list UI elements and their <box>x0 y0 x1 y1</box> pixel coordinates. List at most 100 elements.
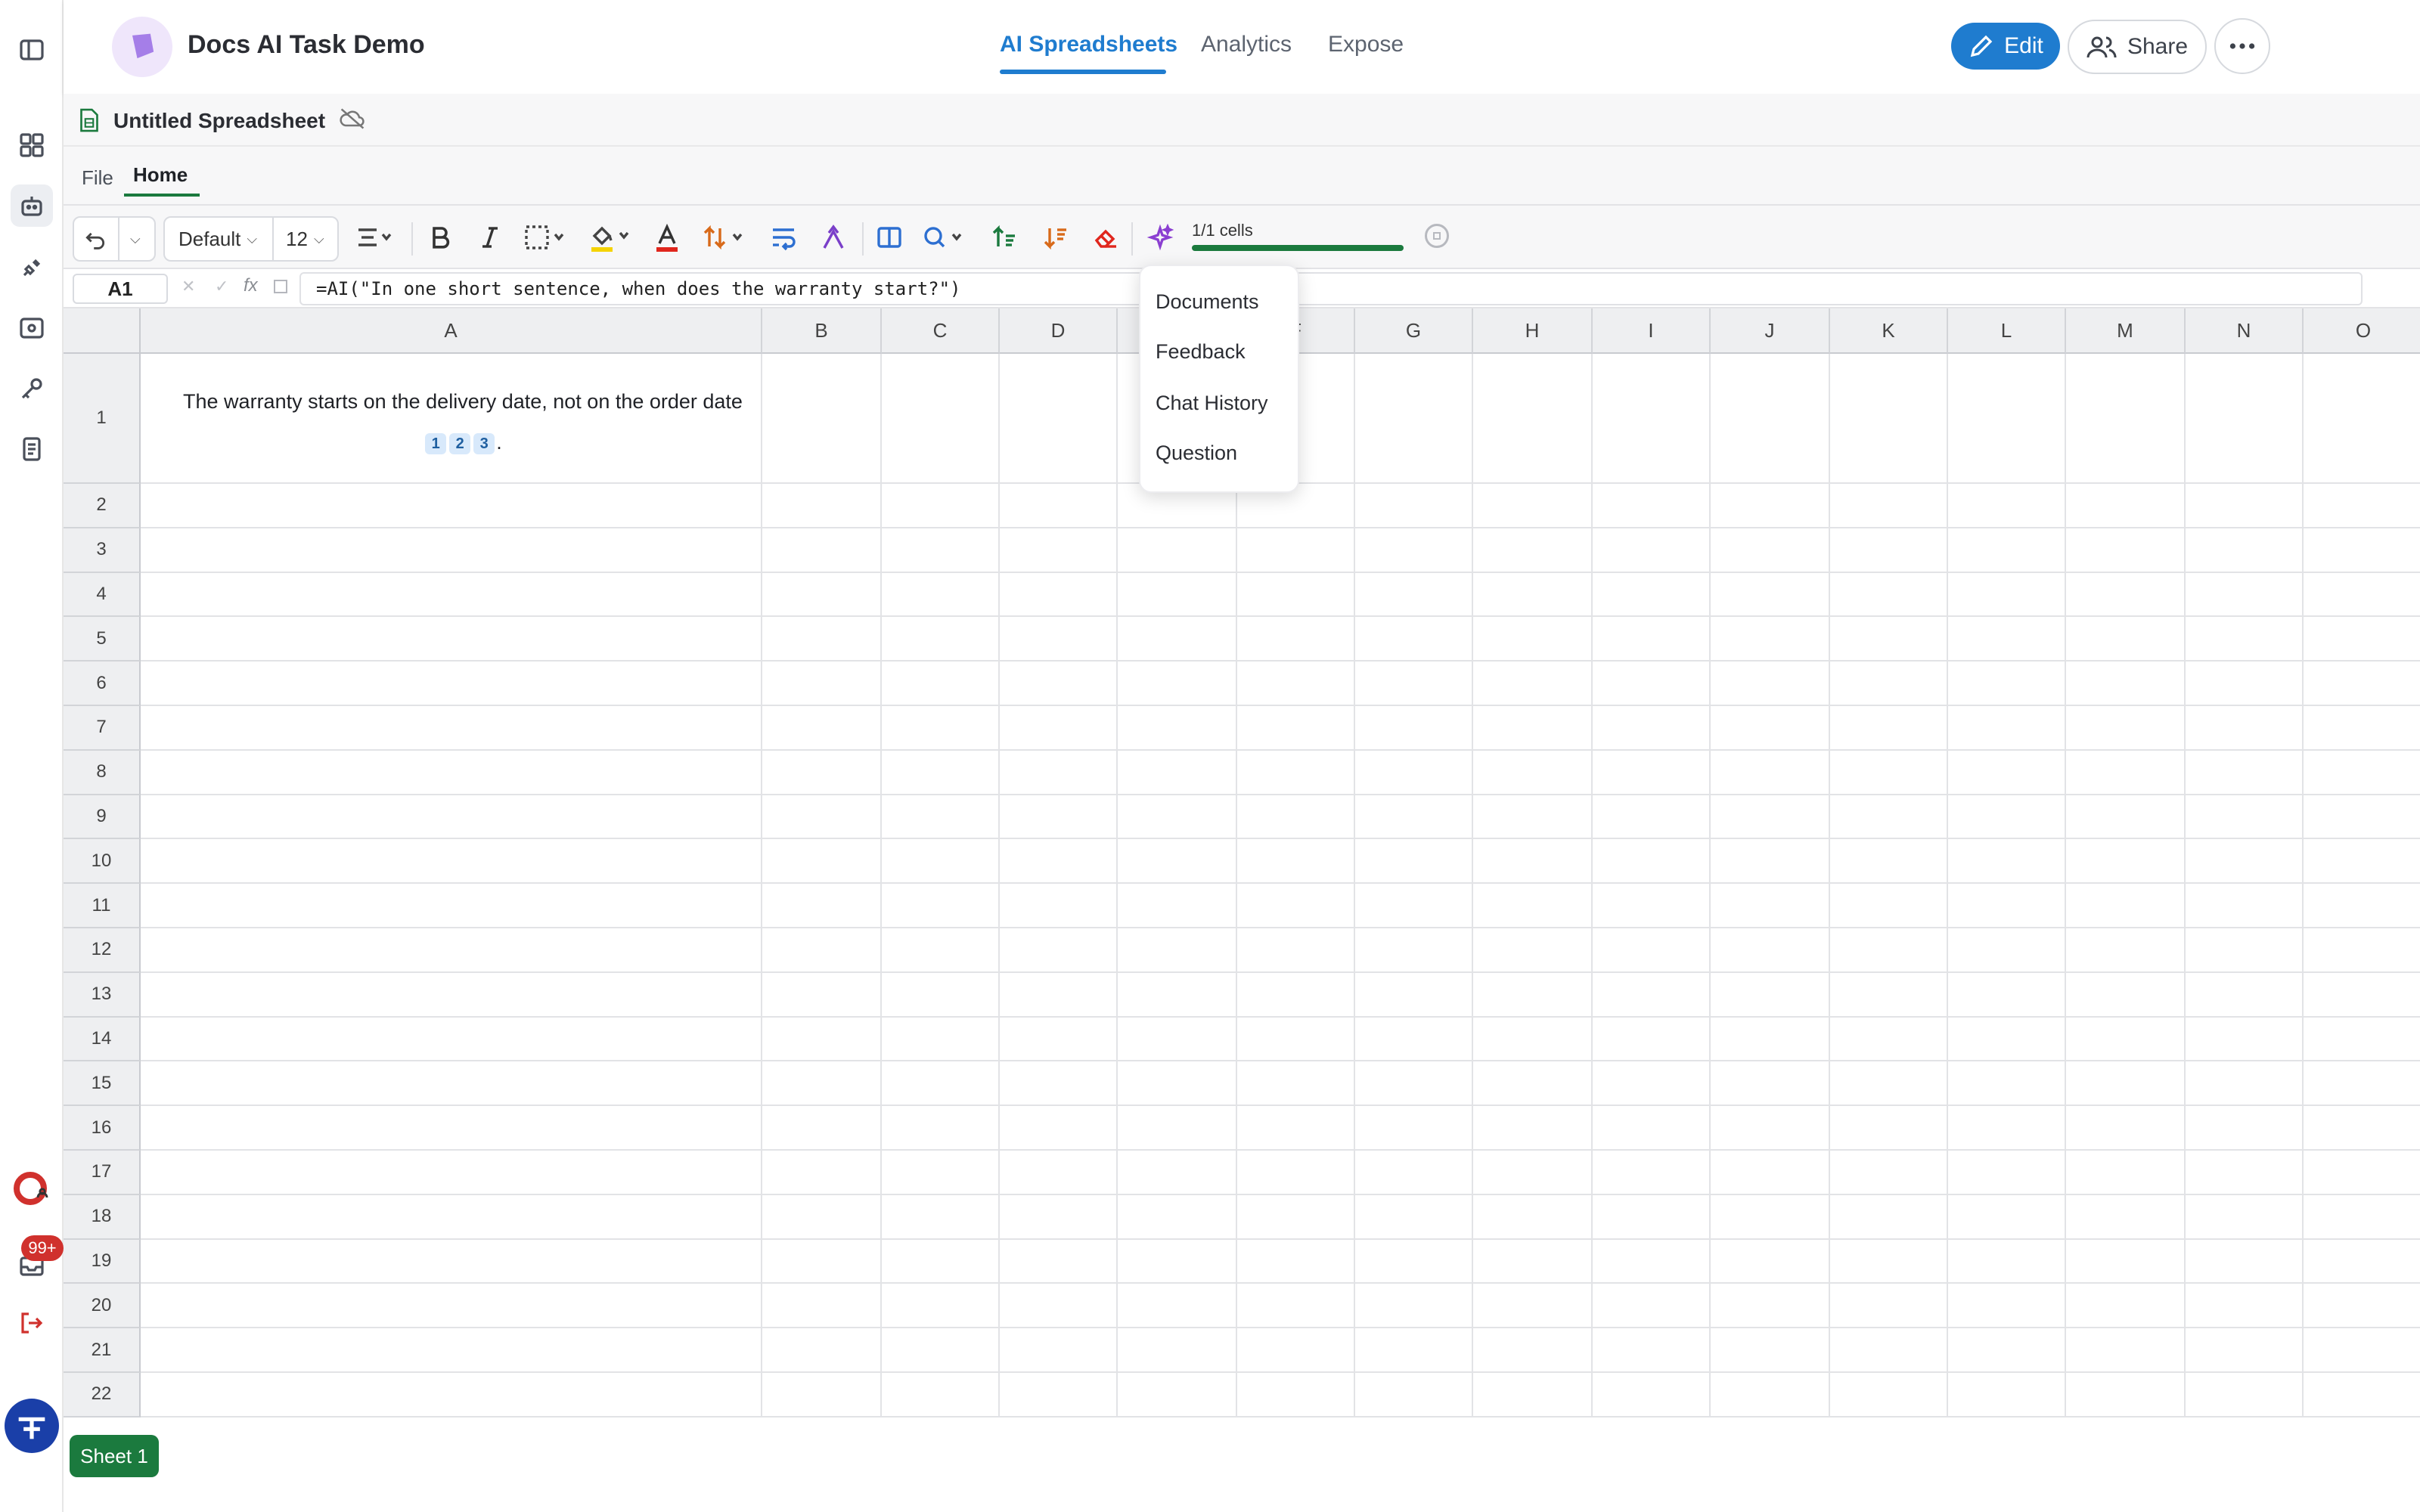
italic-icon[interactable] <box>473 221 507 254</box>
cell-n8[interactable] <box>2186 750 2304 795</box>
cell-n9[interactable] <box>2186 795 2304 840</box>
cell-f22[interactable] <box>1237 1373 1355 1418</box>
cell-k1[interactable] <box>1830 354 1948 484</box>
citation-badge[interactable]: 2 <box>449 432 471 454</box>
cell-j14[interactable] <box>1711 1017 1830 1062</box>
document-icon[interactable] <box>11 428 53 470</box>
cell-o7[interactable] <box>2304 706 2420 751</box>
font-family-select[interactable]: Default <box>178 228 240 251</box>
cell-h12[interactable] <box>1473 928 1593 973</box>
cell-d2[interactable] <box>1000 484 1118 528</box>
cell-n20[interactable] <box>2186 1284 2304 1329</box>
cell-k9[interactable] <box>1830 795 1948 840</box>
cell-h17[interactable] <box>1473 1151 1593 1195</box>
cell-b5[interactable] <box>762 617 882 662</box>
cell-a20[interactable] <box>141 1284 762 1329</box>
cell-l6[interactable] <box>1948 662 2066 706</box>
cell-i10[interactable] <box>1593 839 1711 885</box>
cell-g11[interactable] <box>1355 884 1473 928</box>
cell-h3[interactable] <box>1473 528 1593 573</box>
cell-k17[interactable] <box>1830 1151 1948 1195</box>
cell-o18[interactable] <box>2304 1194 2420 1240</box>
cell-f15[interactable] <box>1237 1061 1355 1107</box>
cell-j21[interactable] <box>1711 1328 1830 1373</box>
cell-e9[interactable] <box>1118 795 1237 840</box>
cell-n14[interactable] <box>2186 1017 2304 1062</box>
cell-h20[interactable] <box>1473 1284 1593 1329</box>
cell-a17[interactable] <box>141 1151 762 1195</box>
cell-o19[interactable] <box>2304 1239 2420 1284</box>
cell-o21[interactable] <box>2304 1328 2420 1373</box>
cell-j1[interactable] <box>1711 354 1830 484</box>
cell-o4[interactable] <box>2304 572 2420 618</box>
cell-d5[interactable] <box>1000 617 1118 662</box>
cell-e21[interactable] <box>1118 1328 1237 1373</box>
cell-m19[interactable] <box>2066 1239 2186 1284</box>
key-icon[interactable] <box>11 367 53 410</box>
cell-n4[interactable] <box>2186 572 2304 618</box>
cell-c19[interactable] <box>882 1239 1000 1284</box>
menu-home[interactable]: Home <box>133 163 188 187</box>
cell-d20[interactable] <box>1000 1284 1118 1329</box>
cell-e22[interactable] <box>1118 1373 1237 1418</box>
cell-h14[interactable] <box>1473 1017 1593 1062</box>
cell-g6[interactable] <box>1355 662 1473 706</box>
cell-c5[interactable] <box>882 617 1000 662</box>
cell-b16[interactable] <box>762 1106 882 1151</box>
sidebar-toggle-icon[interactable] <box>11 29 53 71</box>
cell-j10[interactable] <box>1711 839 1830 885</box>
row-header[interactable]: 16 <box>64 1106 141 1151</box>
integrations-icon[interactable] <box>11 307 53 349</box>
cell-i18[interactable] <box>1593 1194 1711 1240</box>
cell-m22[interactable] <box>2066 1373 2186 1418</box>
document-title[interactable]: Untitled Spreadsheet <box>113 109 325 133</box>
menu-item-question[interactable]: Question <box>1156 442 1237 465</box>
row-header[interactable]: 21 <box>64 1328 141 1373</box>
cell-j19[interactable] <box>1711 1239 1830 1284</box>
logout-icon[interactable] <box>11 1302 53 1344</box>
cell-l10[interactable] <box>1948 839 2066 885</box>
wrap-text-icon[interactable] <box>767 221 800 254</box>
cell-a9[interactable] <box>141 795 762 840</box>
cell-j9[interactable] <box>1711 795 1830 840</box>
cell-a21[interactable] <box>141 1328 762 1373</box>
cell-n21[interactable] <box>2186 1328 2304 1373</box>
select-all-corner[interactable] <box>64 308 141 354</box>
cell-g16[interactable] <box>1355 1106 1473 1151</box>
cell-g18[interactable] <box>1355 1194 1473 1240</box>
undo-group[interactable]: ⌵ <box>73 216 156 262</box>
cell-c21[interactable] <box>882 1328 1000 1373</box>
cell-b13[interactable] <box>762 972 882 1018</box>
cell-o6[interactable] <box>2304 662 2420 706</box>
cell-n6[interactable] <box>2186 662 2304 706</box>
cell-f9[interactable] <box>1237 795 1355 840</box>
cell-n5[interactable] <box>2186 617 2304 662</box>
row-header[interactable]: 10 <box>64 839 141 885</box>
cell-g1[interactable] <box>1355 354 1473 484</box>
cell-b18[interactable] <box>762 1194 882 1240</box>
cell-e8[interactable] <box>1118 750 1237 795</box>
cell-o9[interactable] <box>2304 795 2420 840</box>
cell-e7[interactable] <box>1118 706 1237 751</box>
cell-j11[interactable] <box>1711 884 1830 928</box>
cell-e12[interactable] <box>1118 928 1237 973</box>
cell-i14[interactable] <box>1593 1017 1711 1062</box>
cell-g19[interactable] <box>1355 1239 1473 1284</box>
cell-b9[interactable] <box>762 795 882 840</box>
cell-d8[interactable] <box>1000 750 1118 795</box>
columns-icon[interactable] <box>873 221 906 254</box>
cell-j5[interactable] <box>1711 617 1830 662</box>
cell-c17[interactable] <box>882 1151 1000 1195</box>
cell-g20[interactable] <box>1355 1284 1473 1329</box>
cell-b7[interactable] <box>762 706 882 751</box>
cell-k16[interactable] <box>1830 1106 1948 1151</box>
cell-l12[interactable] <box>1948 928 2066 973</box>
cell-e16[interactable] <box>1118 1106 1237 1151</box>
cell-m17[interactable] <box>2066 1151 2186 1195</box>
cell-l7[interactable] <box>1948 706 2066 751</box>
tab-expose[interactable]: Expose <box>1328 32 1404 57</box>
cell-c2[interactable] <box>882 484 1000 528</box>
cell-k21[interactable] <box>1830 1328 1948 1373</box>
cell-c14[interactable] <box>882 1017 1000 1062</box>
cell-c7[interactable] <box>882 706 1000 751</box>
